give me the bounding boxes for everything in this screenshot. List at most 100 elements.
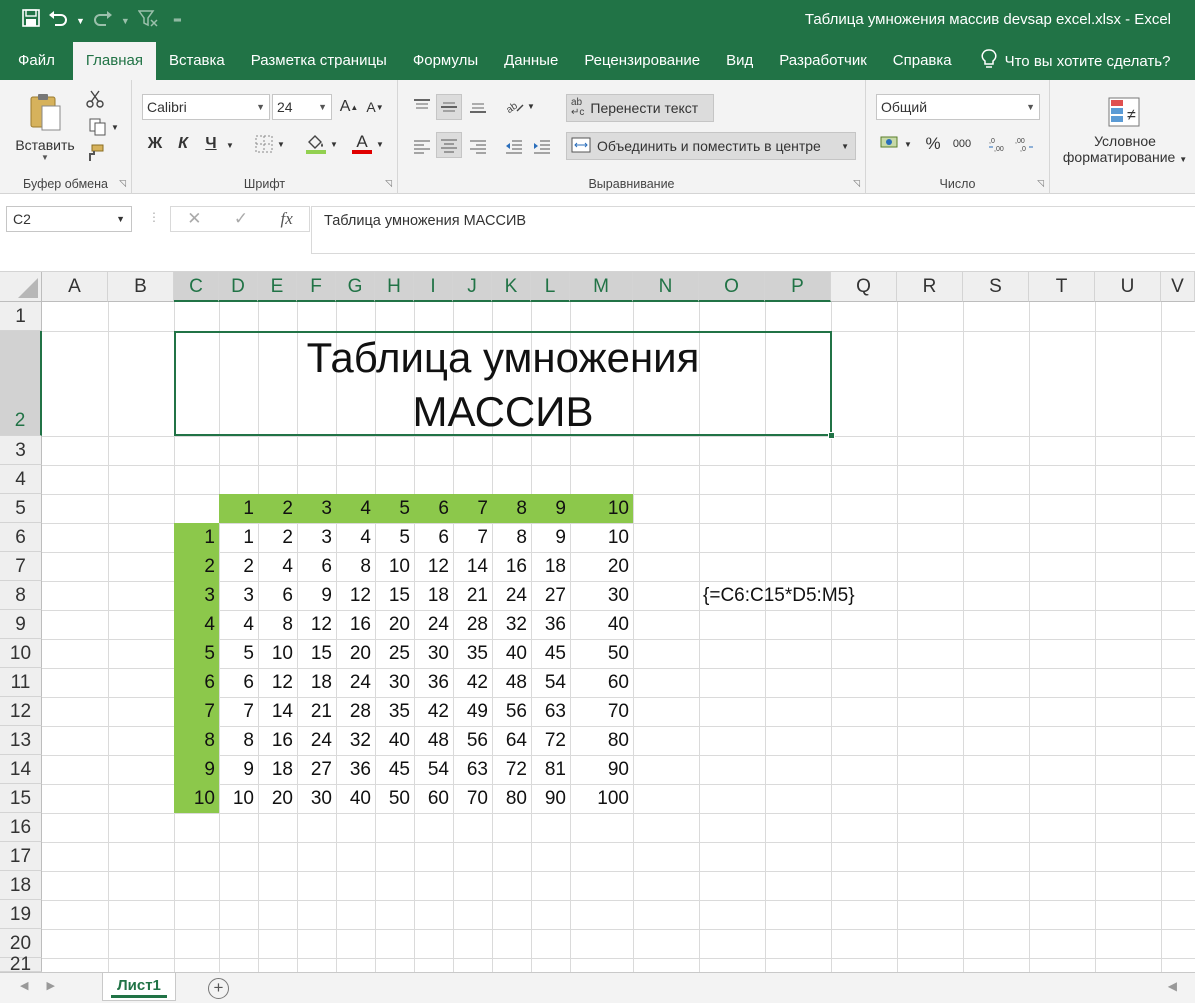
column-header-v[interactable]: V	[1161, 272, 1195, 302]
table-header-cell[interactable]: 7	[453, 494, 492, 523]
table-cell[interactable]: 4	[336, 523, 375, 552]
row-header-5[interactable]: 5	[0, 494, 42, 523]
table-cell[interactable]: 18	[258, 755, 297, 784]
table-cell[interactable]: 20	[258, 784, 297, 813]
row-header-7[interactable]: 7	[0, 552, 42, 581]
row-header-15[interactable]: 15	[0, 784, 42, 813]
table-cell[interactable]: 72	[492, 755, 531, 784]
table-row-header-cell[interactable]: 3	[174, 581, 219, 610]
row-header-10[interactable]: 10	[0, 639, 42, 668]
table-row-header-cell[interactable]: 1	[174, 523, 219, 552]
row-header-21[interactable]: 21	[0, 955, 42, 974]
table-cell[interactable]: 9	[219, 755, 258, 784]
table-cell[interactable]: 14	[453, 552, 492, 581]
table-cell[interactable]: 30	[570, 581, 633, 610]
table-header-cell[interactable]: 1	[219, 494, 258, 523]
table-cell[interactable]: 2	[219, 552, 258, 581]
column-header-h[interactable]: H	[375, 272, 414, 302]
row-header-1[interactable]: 1	[0, 302, 42, 331]
table-cell[interactable]: 9	[531, 523, 570, 552]
table-cell[interactable]: 6	[258, 581, 297, 610]
table-cell[interactable]: 60	[570, 668, 633, 697]
row-header-18[interactable]: 18	[0, 871, 42, 900]
column-header-l[interactable]: L	[531, 272, 570, 302]
table-cell[interactable]: 28	[453, 610, 492, 639]
table-cell[interactable]: 3	[297, 523, 336, 552]
table-cell[interactable]: 18	[297, 668, 336, 697]
table-cell[interactable]: 42	[414, 697, 453, 726]
table-cell[interactable]: 12	[414, 552, 453, 581]
table-cell[interactable]: 12	[258, 668, 297, 697]
sheet-tab-active[interactable]: Лист1	[102, 973, 176, 1001]
table-cell[interactable]: 24	[297, 726, 336, 755]
table-cell[interactable]: 80	[492, 784, 531, 813]
table-cell[interactable]: 12	[336, 581, 375, 610]
table-cell[interactable]: 50	[570, 639, 633, 668]
table-cell[interactable]: 50	[375, 784, 414, 813]
row-header-6[interactable]: 6	[0, 523, 42, 552]
column-header-b[interactable]: B	[108, 272, 174, 302]
table-cell[interactable]: 10	[219, 784, 258, 813]
table-row-header-cell[interactable]: 7	[174, 697, 219, 726]
table-cell[interactable]: 40	[336, 784, 375, 813]
table-cell[interactable]: 27	[531, 581, 570, 610]
column-header-o[interactable]: O	[699, 272, 765, 302]
add-sheet-icon[interactable]: +	[208, 978, 229, 999]
table-cell[interactable]: 24	[336, 668, 375, 697]
table-cell[interactable]: 7	[453, 523, 492, 552]
table-cell[interactable]: 80	[570, 726, 633, 755]
table-header-cell[interactable]: 2	[258, 494, 297, 523]
table-cell[interactable]: 20	[375, 610, 414, 639]
table-cell[interactable]: 6	[219, 668, 258, 697]
table-header-cell[interactable]: 6	[414, 494, 453, 523]
table-cell[interactable]: 4	[258, 552, 297, 581]
table-cell[interactable]: 15	[375, 581, 414, 610]
table-cell[interactable]: 48	[414, 726, 453, 755]
table-cell[interactable]: 10	[375, 552, 414, 581]
table-cell[interactable]: 63	[453, 755, 492, 784]
column-header-s[interactable]: S	[963, 272, 1029, 302]
table-header-cell[interactable]: 3	[297, 494, 336, 523]
table-cell[interactable]: 40	[492, 639, 531, 668]
table-row-header-cell[interactable]: 5	[174, 639, 219, 668]
table-row-header-cell[interactable]: 9	[174, 755, 219, 784]
scroll-left-icon[interactable]: ◀	[1168, 979, 1177, 993]
table-cell[interactable]: 1	[219, 523, 258, 552]
table-cell[interactable]: 20	[336, 639, 375, 668]
table-header-cell[interactable]: 9	[531, 494, 570, 523]
table-cell[interactable]: 7	[219, 697, 258, 726]
table-cell[interactable]: 3	[219, 581, 258, 610]
table-cell[interactable]: 18	[531, 552, 570, 581]
fill-handle[interactable]	[828, 432, 835, 439]
table-cell[interactable]: 15	[297, 639, 336, 668]
table-cell[interactable]: 12	[297, 610, 336, 639]
select-all-corner[interactable]	[0, 272, 42, 302]
table-cell[interactable]: 100	[570, 784, 633, 813]
table-cell[interactable]: 35	[375, 697, 414, 726]
table-cell[interactable]: 16	[258, 726, 297, 755]
table-header-cell[interactable]: 8	[492, 494, 531, 523]
table-cell[interactable]: 24	[414, 610, 453, 639]
column-header-a[interactable]: A	[42, 272, 108, 302]
table-cell[interactable]: 28	[336, 697, 375, 726]
table-cell[interactable]: 36	[414, 668, 453, 697]
table-cell[interactable]: 60	[414, 784, 453, 813]
table-cell[interactable]: 32	[336, 726, 375, 755]
table-cell[interactable]: 54	[414, 755, 453, 784]
column-header-i[interactable]: I	[414, 272, 453, 302]
table-cell[interactable]: 32	[492, 610, 531, 639]
table-cell[interactable]: 8	[219, 726, 258, 755]
table-cell[interactable]: 36	[531, 610, 570, 639]
table-cell[interactable]: 56	[492, 697, 531, 726]
table-cell[interactable]: 10	[258, 639, 297, 668]
table-cell[interactable]: 64	[492, 726, 531, 755]
table-cell[interactable]: 30	[414, 639, 453, 668]
column-header-n[interactable]: N	[633, 272, 699, 302]
table-cell[interactable]: 45	[531, 639, 570, 668]
array-formula-note[interactable]: {=C6:C15*D5:M5}	[703, 581, 855, 610]
row-header-13[interactable]: 13	[0, 726, 42, 755]
table-cell[interactable]: 36	[336, 755, 375, 784]
table-cell[interactable]: 4	[219, 610, 258, 639]
column-header-m[interactable]: M	[570, 272, 633, 302]
table-header-cell[interactable]: 4	[336, 494, 375, 523]
